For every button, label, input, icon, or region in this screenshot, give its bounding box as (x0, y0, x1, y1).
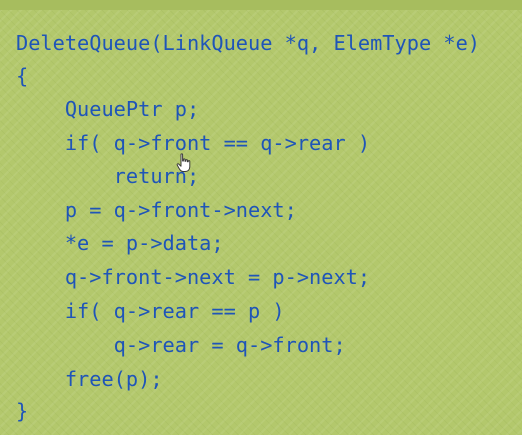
code-line-assign-e: *e = p->data; (16, 231, 224, 255)
code-line-open-brace: { (16, 64, 29, 88)
code-line-function-signature: DeleteQueue(LinkQueue *q, ElemType *e) (16, 31, 480, 55)
hand-pointer-icon (176, 153, 191, 172)
code-line-return: return; (16, 164, 200, 188)
top-strip (0, 0, 522, 10)
code-line-unlink-node: q->front->next = p->next; (16, 265, 371, 289)
code-line-declare-p: QueuePtr p; (16, 97, 200, 121)
code-line-free: free(p); (16, 367, 163, 391)
code-line-if-rear: if( q->rear == p ) (16, 299, 285, 323)
code-line-assign-p: p = q->front->next; (16, 198, 297, 222)
code-line-close-brace: } (16, 399, 29, 423)
code-slide: DeleteQueue(LinkQueue *q, ElemType *e) {… (0, 0, 522, 435)
code-line-reset-rear: q->rear = q->front; (16, 333, 346, 357)
